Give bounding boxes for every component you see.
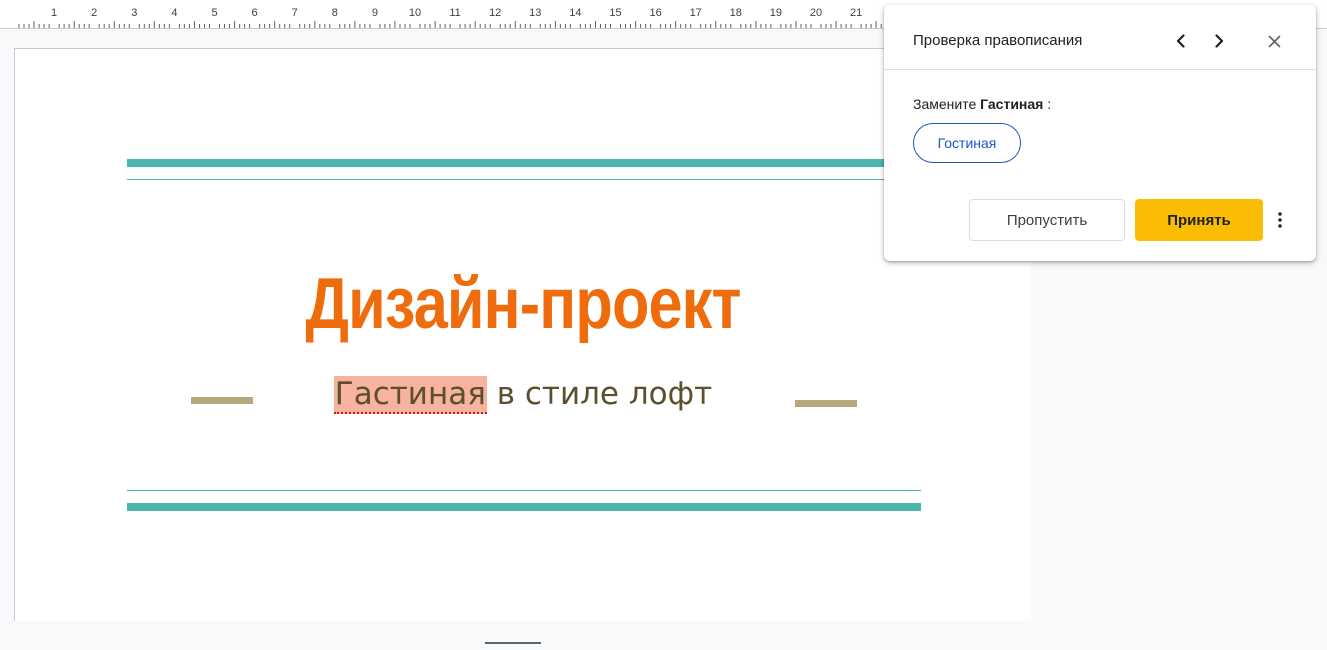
replace-suffix: :	[1043, 96, 1052, 112]
replace-word: Гастиная	[980, 96, 1044, 112]
ruler-number: 19	[769, 7, 783, 19]
panel-divider	[884, 69, 1316, 70]
subtitle-rest: в стиле лофт	[486, 376, 713, 412]
more-vert-icon	[1278, 212, 1282, 228]
replace-prompt: Замените Гастиная :	[913, 96, 1051, 112]
top-thin-line	[127, 179, 921, 180]
ruler-number: 13	[529, 7, 542, 19]
previous-button[interactable]	[1167, 27, 1195, 55]
spellcheck-panel: Проверка правописания Замените Гастиная …	[884, 5, 1316, 261]
next-button[interactable]	[1205, 27, 1233, 55]
ruler-number: 8	[331, 7, 338, 19]
suggestion-chip[interactable]: Гостиная	[913, 123, 1021, 163]
ruler-number: 2	[91, 7, 98, 19]
ruler-number: 12	[489, 7, 502, 19]
ruler-number: 9	[371, 7, 378, 19]
close-button[interactable]	[1260, 27, 1288, 55]
slide-subtitle[interactable]: Гастиная в стиле лофт	[15, 376, 1031, 414]
chevron-left-icon	[1176, 34, 1185, 48]
ruler-number: 6	[251, 7, 258, 19]
resize-handle[interactable]	[485, 642, 541, 644]
replace-prefix: Замените	[913, 96, 981, 112]
panel-title: Проверка правописания	[913, 32, 1083, 49]
ruler-number: 15	[609, 7, 622, 19]
bottom-thin-line	[127, 490, 921, 491]
ruler-number: 20	[809, 7, 823, 19]
ruler-number: 10	[408, 7, 422, 19]
ruler-number: 11	[449, 7, 461, 19]
bottom-thick-line	[127, 503, 921, 511]
top-thick-line	[127, 159, 921, 167]
ruler-number: 1	[51, 7, 58, 19]
ruler-number: 7	[291, 7, 298, 19]
slide-title[interactable]: Дизайн-проект	[91, 263, 955, 345]
more-options-button[interactable]	[1270, 205, 1290, 235]
ruler-number: 16	[649, 7, 662, 19]
close-icon	[1268, 35, 1280, 47]
skip-button[interactable]: Пропустить	[969, 199, 1125, 241]
chevron-right-icon	[1215, 34, 1224, 48]
ruler-number: 4	[171, 7, 178, 19]
ruler-number: 3	[131, 7, 138, 19]
ruler-number: 5	[211, 7, 218, 19]
accept-button[interactable]: Принять	[1135, 199, 1263, 241]
ruler-number: 18	[729, 7, 742, 19]
ruler-number: 21	[849, 7, 863, 19]
slide-canvas[interactable]: Дизайн-проект Гастиная в стиле лофт	[14, 48, 1031, 621]
misspelled-word[interactable]: Гастиная	[333, 376, 487, 414]
ruler-number: 17	[689, 7, 702, 19]
ruler-number: 14	[569, 7, 582, 19]
